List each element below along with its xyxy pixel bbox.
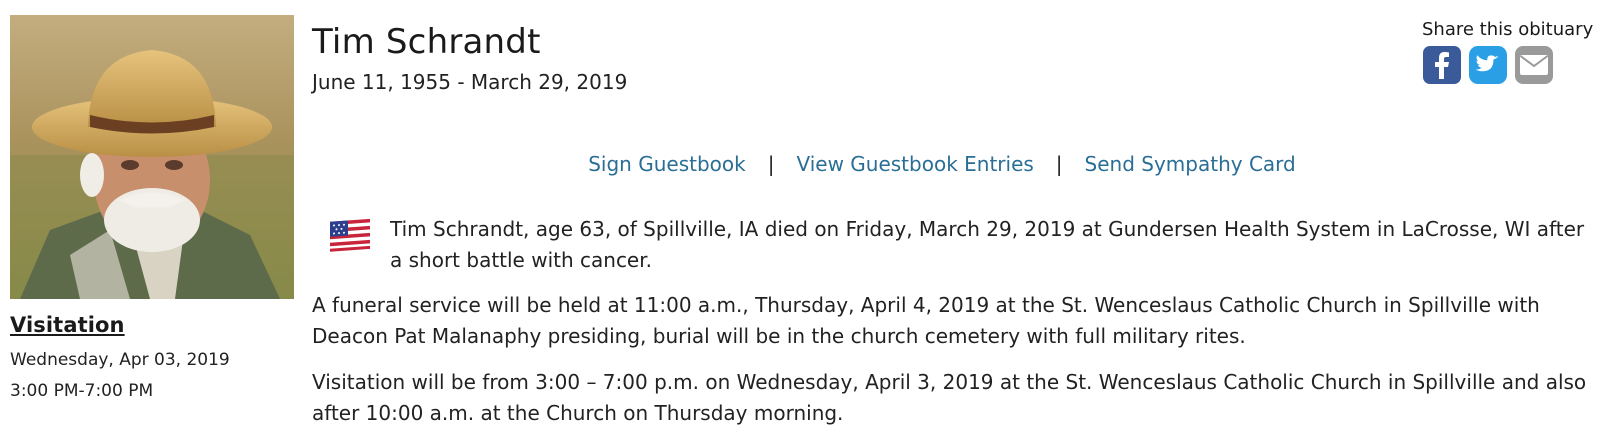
view-guestbook-link[interactable]: View Guestbook Entries	[796, 152, 1033, 176]
guestbook-links: Sign Guestbook | View Guestbook Entries | Se…	[312, 152, 1572, 176]
obituary-paragraph: Tim Schrandt, age 63, of Spillville, IA …	[312, 214, 1592, 276]
visitation-title[interactable]: Visitation	[10, 313, 294, 337]
send-sympathy-card-link[interactable]: Send Sympathy Card	[1085, 152, 1296, 176]
obituary-paragraph: A funeral service will be held at 11:00 …	[312, 293, 1540, 348]
sign-guestbook-link[interactable]: Sign Guestbook	[588, 152, 745, 176]
visitation-date: Wednesday, Apr 03, 2019	[10, 350, 230, 370]
link-separator: |	[1055, 152, 1063, 176]
twitter-icon[interactable]	[1468, 45, 1508, 85]
visitation-panel: Visitation Wednesday, Apr 03, 2019 3:00 …	[10, 313, 294, 407]
deceased-name: Tim Schrandt	[312, 22, 541, 62]
facebook-icon[interactable]	[1422, 45, 1462, 85]
obituary-paragraph-text: Tim Schrandt, age 63, of Spillville, IA …	[390, 217, 1585, 272]
life-dates: June 11, 1955 - March 29, 2019	[312, 70, 628, 94]
obituary-paragraph: Visitation will be from 3:00 – 7:00 p.m.…	[312, 370, 1587, 425]
share-label: Share this obituary	[1422, 19, 1594, 40]
american-flag-icon	[330, 218, 370, 252]
share-panel: Share this obituary	[1422, 19, 1597, 85]
email-icon[interactable]	[1514, 45, 1554, 85]
portrait-photo	[10, 15, 294, 299]
share-icons	[1422, 45, 1597, 85]
link-separator: |	[767, 152, 775, 176]
visitation-time: 3:00 PM-7:00 PM	[10, 381, 154, 401]
obituary-text: Tim Schrandt, age 63, of Spillville, IA …	[312, 214, 1592, 444]
